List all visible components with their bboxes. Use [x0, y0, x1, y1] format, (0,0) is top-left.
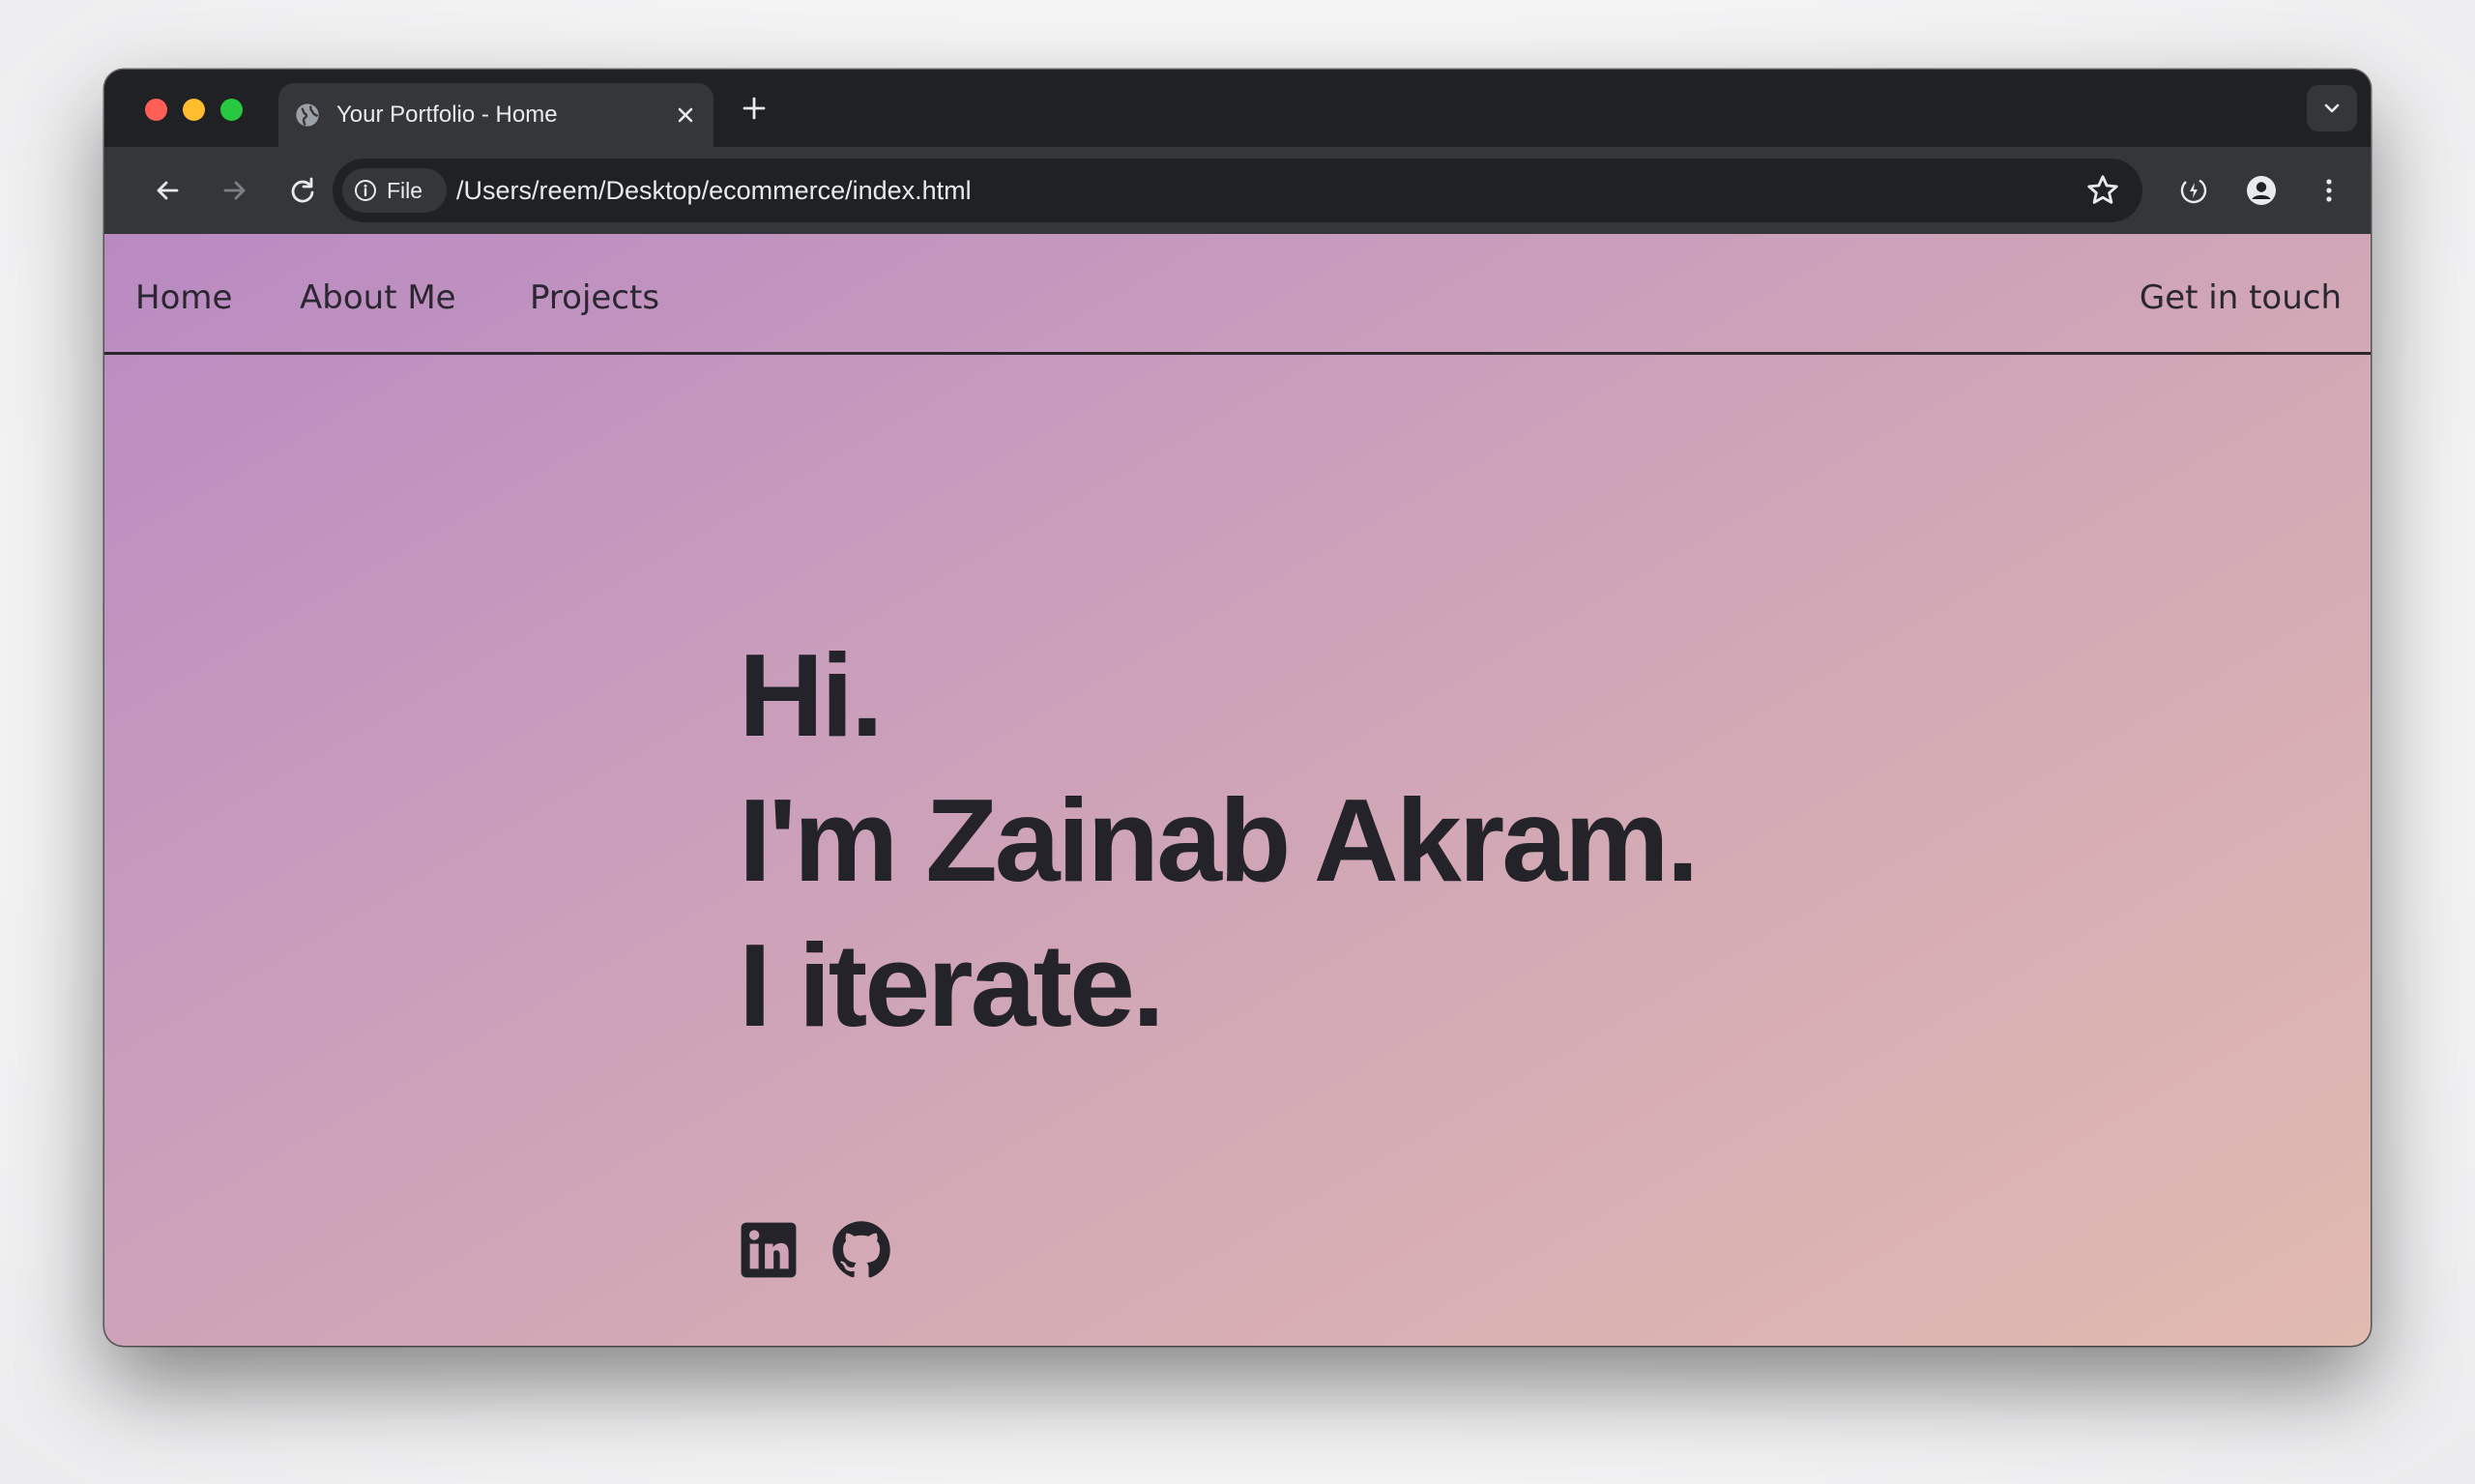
file-chip-label: File: [387, 178, 423, 203]
hero-line-greeting: Hi.: [739, 629, 884, 761]
arrow-left-icon: [157, 181, 179, 200]
browser-toolbar: File /Users/reem/Desktop/ecommerce/index…: [104, 147, 2371, 234]
forward-button[interactable]: [215, 170, 255, 211]
tab-strip: Your Portfolio - Home: [104, 70, 2371, 147]
reload-icon: [291, 177, 314, 203]
back-button[interactable]: [147, 170, 188, 211]
hero-heading: Hi. I'm Zainab Akram. I iterate.: [739, 623, 1699, 1058]
linkedin-icon[interactable]: [739, 1220, 799, 1280]
active-tab[interactable]: Your Portfolio - Home: [278, 83, 713, 147]
extensions-button[interactable]: [2173, 170, 2214, 211]
close-window-button[interactable]: [145, 99, 167, 121]
info-icon: [355, 180, 376, 201]
site-navbar: Home About Me Projects Get in touch: [104, 234, 2371, 355]
web-page: Home About Me Projects Get in touch Hi. …: [104, 234, 2371, 1346]
reload-button[interactable]: [282, 170, 323, 211]
globe-icon: [296, 103, 319, 127]
browser-window: Your Portfolio - Home File /Users/reem/D…: [104, 70, 2371, 1346]
chevron-down-icon: [2324, 103, 2340, 113]
profile-icon: [2247, 176, 2276, 205]
nav-link-projects[interactable]: Projects: [530, 278, 659, 317]
bookmark-star-icon[interactable]: [2084, 172, 2121, 209]
nav-link-about-me[interactable]: About Me: [300, 278, 456, 317]
arrow-right-icon: [223, 181, 246, 200]
more-vertical-icon: [2326, 179, 2332, 202]
github-icon[interactable]: [831, 1220, 891, 1280]
close-tab-icon[interactable]: [671, 101, 700, 130]
url-text[interactable]: /Users/reem/Desktop/ecommerce/index.html: [456, 176, 972, 205]
get-in-touch-link[interactable]: Get in touch: [2140, 278, 2342, 317]
profile-button[interactable]: [2241, 170, 2282, 211]
hero-line-tagline: I iterate.: [739, 919, 1165, 1051]
menu-button[interactable]: [2309, 170, 2349, 211]
zoom-window-button[interactable]: [220, 99, 243, 121]
address-bar[interactable]: File /Users/reem/Desktop/ecommerce/index…: [333, 159, 2142, 222]
hero-line-name: I'm Zainab Akram.: [739, 774, 1699, 906]
minimize-window-button[interactable]: [183, 99, 205, 121]
nav-link-home[interactable]: Home: [135, 278, 232, 317]
site-info-chip[interactable]: File: [342, 168, 447, 213]
tab-title: Your Portfolio - Home: [336, 102, 558, 128]
new-tab-icon[interactable]: [737, 91, 772, 126]
tab-search-button[interactable]: [2307, 85, 2357, 131]
performance-icon: [2180, 177, 2207, 204]
